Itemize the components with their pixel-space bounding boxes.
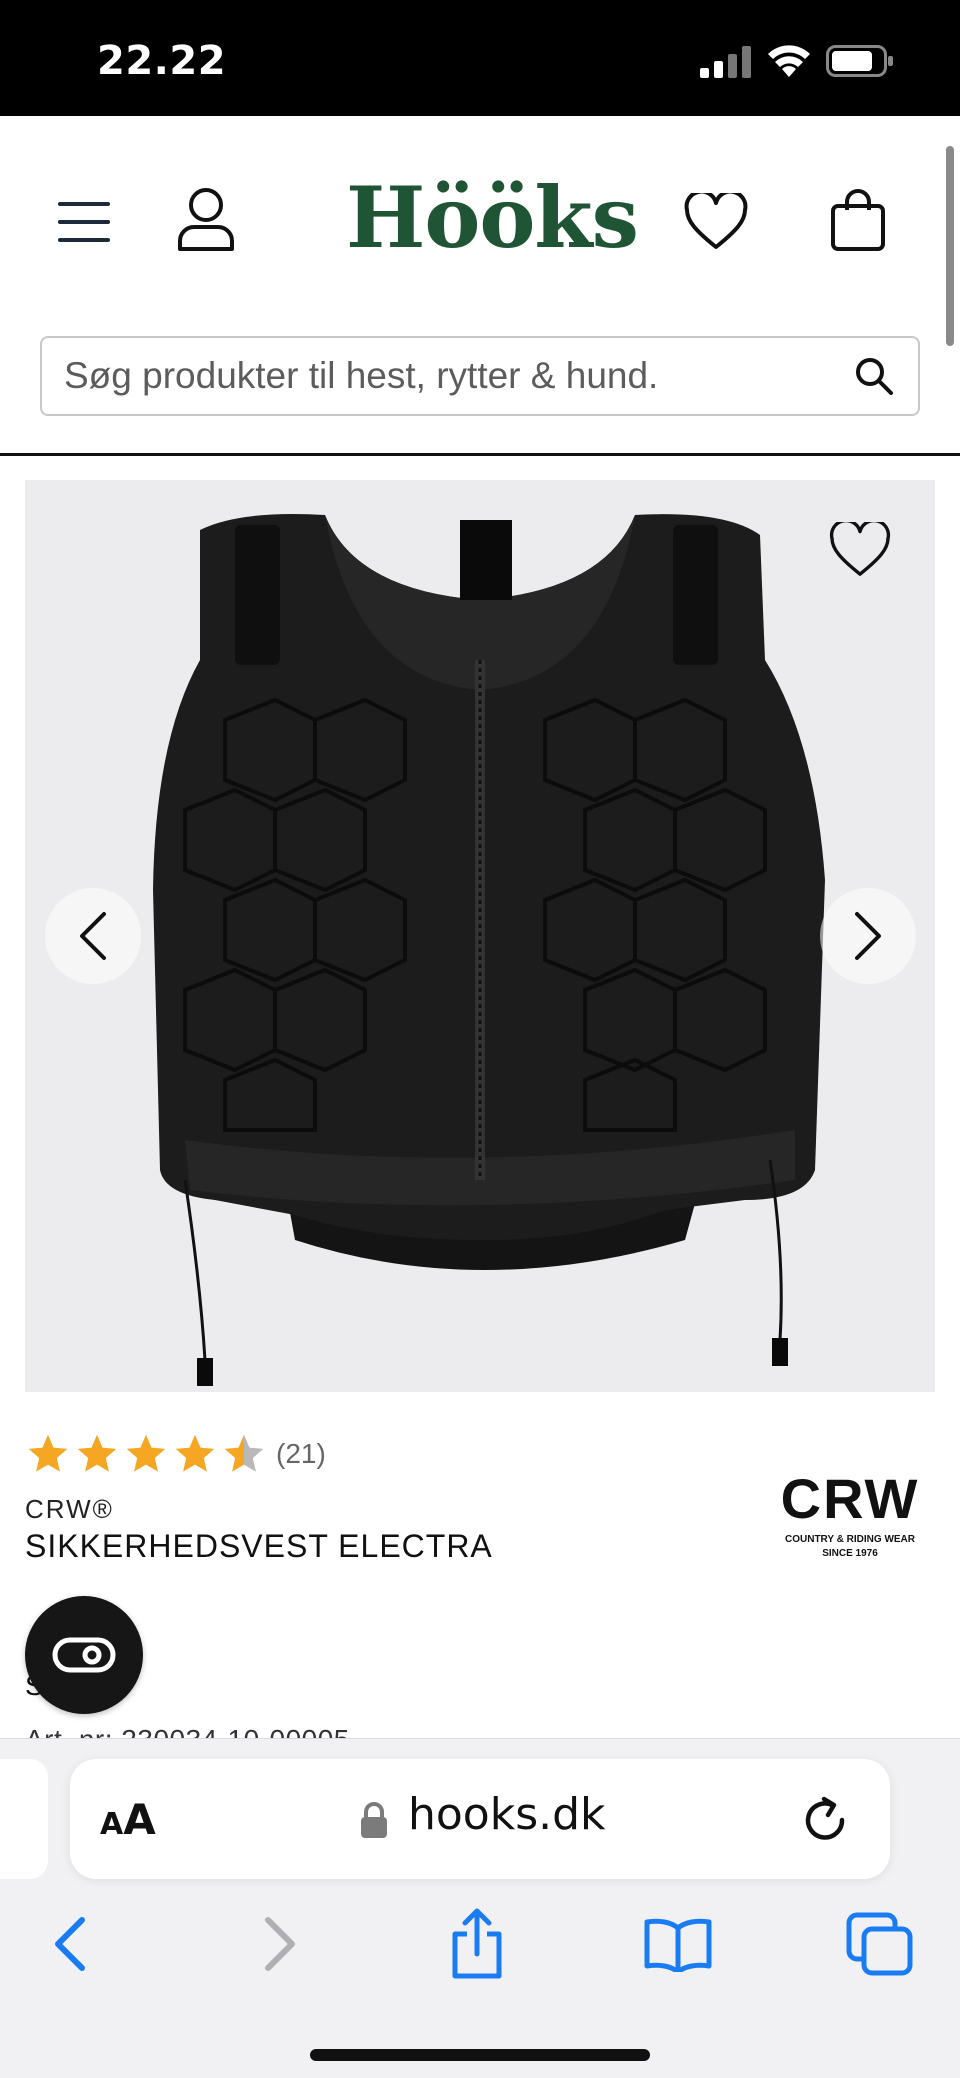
brand-logo-since: SINCE 1976	[822, 1548, 878, 1559]
gallery-prev-button[interactable]	[45, 888, 141, 984]
product-title: SIKKERHEDSVEST ELECTRA	[25, 1528, 493, 1564]
page-scrollbar[interactable]	[946, 146, 954, 346]
star-icon	[77, 1434, 117, 1472]
reload-button[interactable]	[798, 1793, 854, 1849]
chat-link-icon	[52, 1637, 116, 1673]
wifi-icon	[768, 45, 810, 77]
search-input[interactable]	[64, 355, 852, 397]
product-gallery[interactable]	[25, 480, 935, 1392]
product-brand[interactable]: CRW®	[25, 1494, 114, 1525]
bookmarks-button[interactable]	[633, 1899, 723, 1989]
chevron-left-icon	[80, 912, 106, 960]
menu-icon	[58, 202, 110, 242]
tabs-button[interactable]	[835, 1899, 925, 1989]
wishlist-button[interactable]	[680, 186, 752, 258]
search-bar	[40, 336, 920, 416]
star-icon	[175, 1434, 215, 1472]
site-logo[interactable]: Hööks	[346, 168, 639, 268]
article-number: Art. nr: 230034-10-00005	[25, 1720, 350, 1738]
browser-forward-button[interactable]	[235, 1899, 325, 1989]
battery-icon	[826, 45, 893, 77]
home-indicator[interactable]	[310, 2049, 650, 2061]
previous-tab-preview[interactable]	[0, 1759, 48, 1879]
product-image	[153, 514, 825, 1386]
tabs-icon	[846, 1912, 913, 1976]
menu-button[interactable]	[48, 186, 120, 258]
gallery-next-button[interactable]	[820, 888, 916, 984]
browser-back-button[interactable]	[25, 1899, 115, 1989]
product-rating[interactable]: (21)	[25, 1432, 326, 1476]
add-to-wishlist-button[interactable]	[825, 515, 895, 585]
account-icon	[178, 188, 234, 251]
star-icon	[126, 1434, 166, 1472]
share-button[interactable]	[432, 1899, 522, 1989]
address-bar[interactable]: AA hooks.dk	[70, 1759, 890, 1879]
browser-toolbar: AA hooks.dk	[0, 1738, 960, 2078]
url-text[interactable]: hooks.dk	[408, 1789, 606, 1840]
lock-icon	[361, 1802, 387, 1838]
cart-button[interactable]	[822, 182, 894, 258]
chat-button[interactable]	[25, 1596, 143, 1714]
brand-logo-name: CRW	[781, 1468, 920, 1530]
star-half-icon	[224, 1434, 264, 1472]
heart-icon	[829, 522, 891, 576]
star-icon	[28, 1434, 68, 1472]
chevron-right-icon	[265, 1917, 295, 1971]
site-header: Hööks	[0, 116, 960, 456]
shopping-bag-icon	[831, 189, 885, 251]
cellular-signal-icon	[700, 46, 751, 78]
search-button[interactable]	[852, 354, 896, 398]
heart-icon	[684, 193, 748, 249]
book-icon	[644, 1918, 712, 1972]
account-button[interactable]	[170, 184, 242, 256]
status-time: 22.22	[97, 38, 227, 84]
chevron-left-icon	[55, 1917, 85, 1971]
chevron-right-icon	[855, 912, 881, 960]
status-bar: 22.22	[0, 0, 960, 116]
share-icon	[452, 1908, 502, 1979]
reload-icon	[805, 1796, 845, 1840]
page-settings-button[interactable]: AA	[100, 1795, 156, 1844]
search-icon	[856, 358, 893, 395]
review-count[interactable]: (21)	[276, 1438, 326, 1470]
brand-logo-tagline: COUNTRY & RIDING WEAR	[785, 1534, 916, 1545]
brand-logo[interactable]: CRW COUNTRY & RIDING WEAR SINCE 1976	[770, 1468, 930, 1564]
